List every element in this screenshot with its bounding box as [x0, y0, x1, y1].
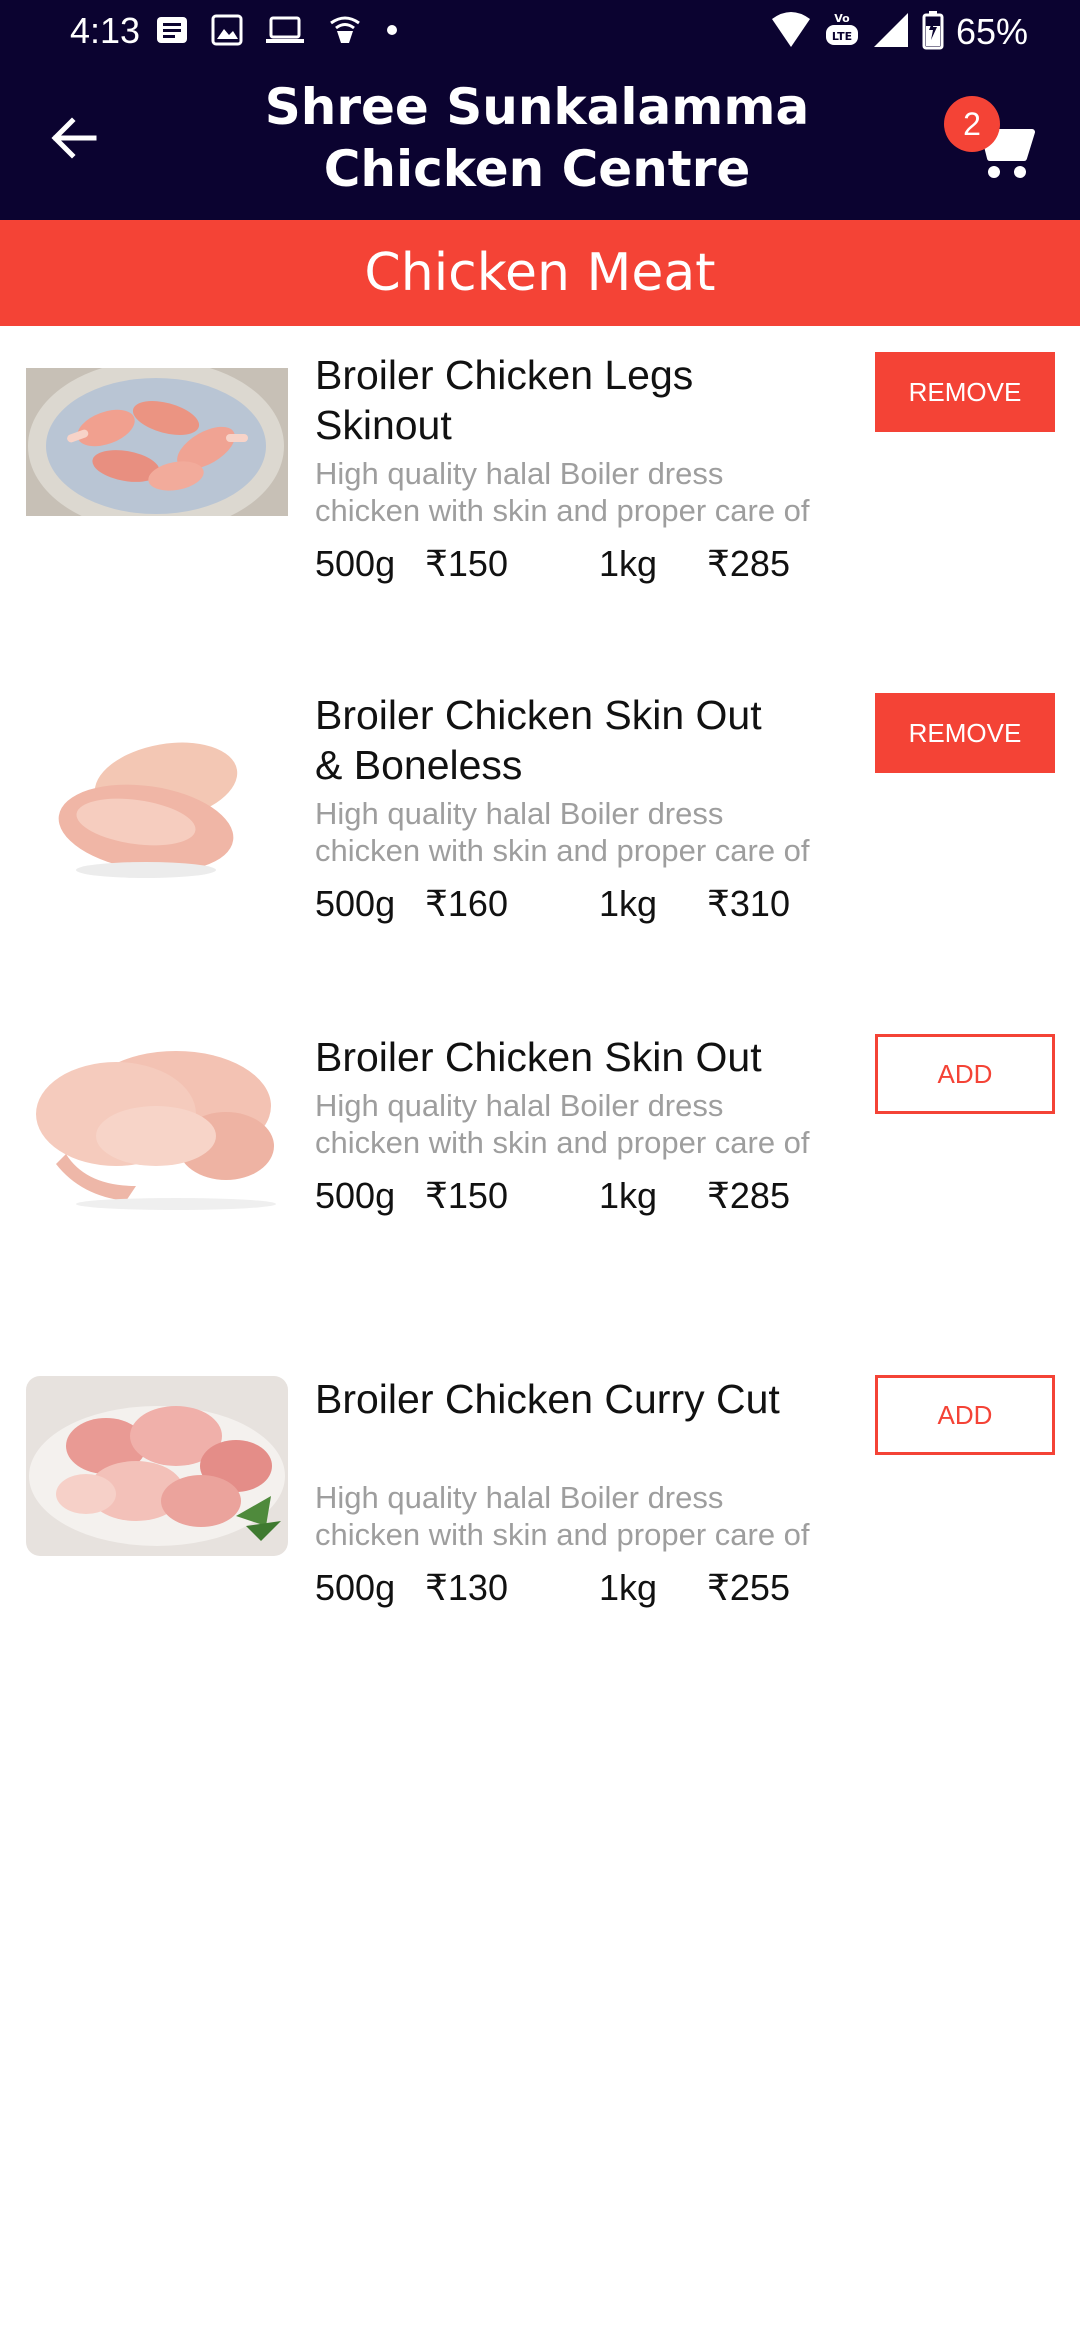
battery-percent: 65% — [955, 11, 1028, 52]
image-icon — [211, 14, 243, 51]
product-prices: 500g ₹150 1kg ₹285 — [315, 1175, 875, 1219]
notification-icon — [155, 15, 189, 50]
add-button[interactable]: ADD — [875, 1375, 1055, 1455]
remove-button[interactable]: REMOVE — [875, 352, 1055, 432]
weight-1kg: 1kg — [599, 543, 658, 584]
product-description: High quality halal Boiler dress chicken … — [315, 1088, 810, 1160]
product-prices: 500g ₹150 1kg ₹285 — [315, 543, 875, 587]
product-prices: 500g ₹160 1kg ₹310 — [315, 883, 875, 927]
price-1kg: ₹255 — [707, 1567, 790, 1608]
price-500g: ₹160 — [425, 883, 508, 924]
cart-count-badge: 2 — [944, 96, 1000, 152]
add-button[interactable]: ADD — [875, 1034, 1055, 1114]
signal-icon — [872, 11, 910, 54]
product-image-boneless — [26, 710, 288, 890]
product-name: Broiler Chicken Skin Out & Boneless — [315, 692, 762, 788]
volte-icon: LTE Vo — [824, 11, 860, 54]
product-image-skin-out — [26, 1036, 288, 1212]
product-prices: 500g ₹130 1kg ₹255 — [315, 1567, 875, 1611]
page-title: Shree Sunkalamma Chicken Centre — [264, 78, 810, 198]
back-button[interactable] — [44, 108, 104, 168]
product-description: High quality halal Boiler dress chicken … — [315, 796, 810, 868]
product-image-curry-cut — [26, 1376, 288, 1556]
price-500g: ₹150 — [425, 1175, 508, 1216]
price-1kg: ₹285 — [707, 543, 790, 584]
svg-text:LTE: LTE — [832, 30, 852, 43]
cast-icon — [327, 15, 363, 50]
status-bar: 4:13 LTE Vo 65% — [0, 0, 1080, 64]
laptop-icon — [265, 15, 305, 50]
product-name: Broiler Chicken Legs Skinout — [315, 352, 694, 448]
weight-500g: 500g — [315, 1175, 396, 1216]
weight-1kg: 1kg — [599, 1567, 658, 1608]
app-bar: Shree Sunkalamma Chicken Centre 2 — [0, 64, 1080, 220]
product-name: Broiler Chicken Curry Cut — [315, 1376, 780, 1422]
price-500g: ₹130 — [425, 1567, 508, 1608]
dot-icon — [385, 23, 399, 42]
weight-1kg: 1kg — [599, 883, 658, 924]
svg-text:Vo: Vo — [834, 12, 850, 25]
weight-500g: 500g — [315, 543, 396, 584]
weight-500g: 500g — [315, 1567, 396, 1608]
product-name: Broiler Chicken Skin Out — [315, 1034, 762, 1080]
product-image-legs — [26, 360, 288, 532]
status-time: 4:13 — [70, 10, 141, 51]
wifi-icon — [770, 11, 812, 54]
category-header: Chicken Meat — [0, 220, 1080, 326]
price-1kg: ₹285 — [707, 1175, 790, 1216]
product-description: High quality halal Boiler dress chicken … — [315, 456, 810, 528]
price-1kg: ₹310 — [707, 883, 790, 924]
battery-icon — [922, 10, 944, 55]
weight-500g: 500g — [315, 883, 396, 924]
arrow-back-icon — [51, 117, 97, 159]
product-description: High quality halal Boiler dress chicken … — [315, 1480, 810, 1552]
weight-1kg: 1kg — [599, 1175, 658, 1216]
remove-button[interactable]: REMOVE — [875, 693, 1055, 773]
price-500g: ₹150 — [425, 543, 508, 584]
